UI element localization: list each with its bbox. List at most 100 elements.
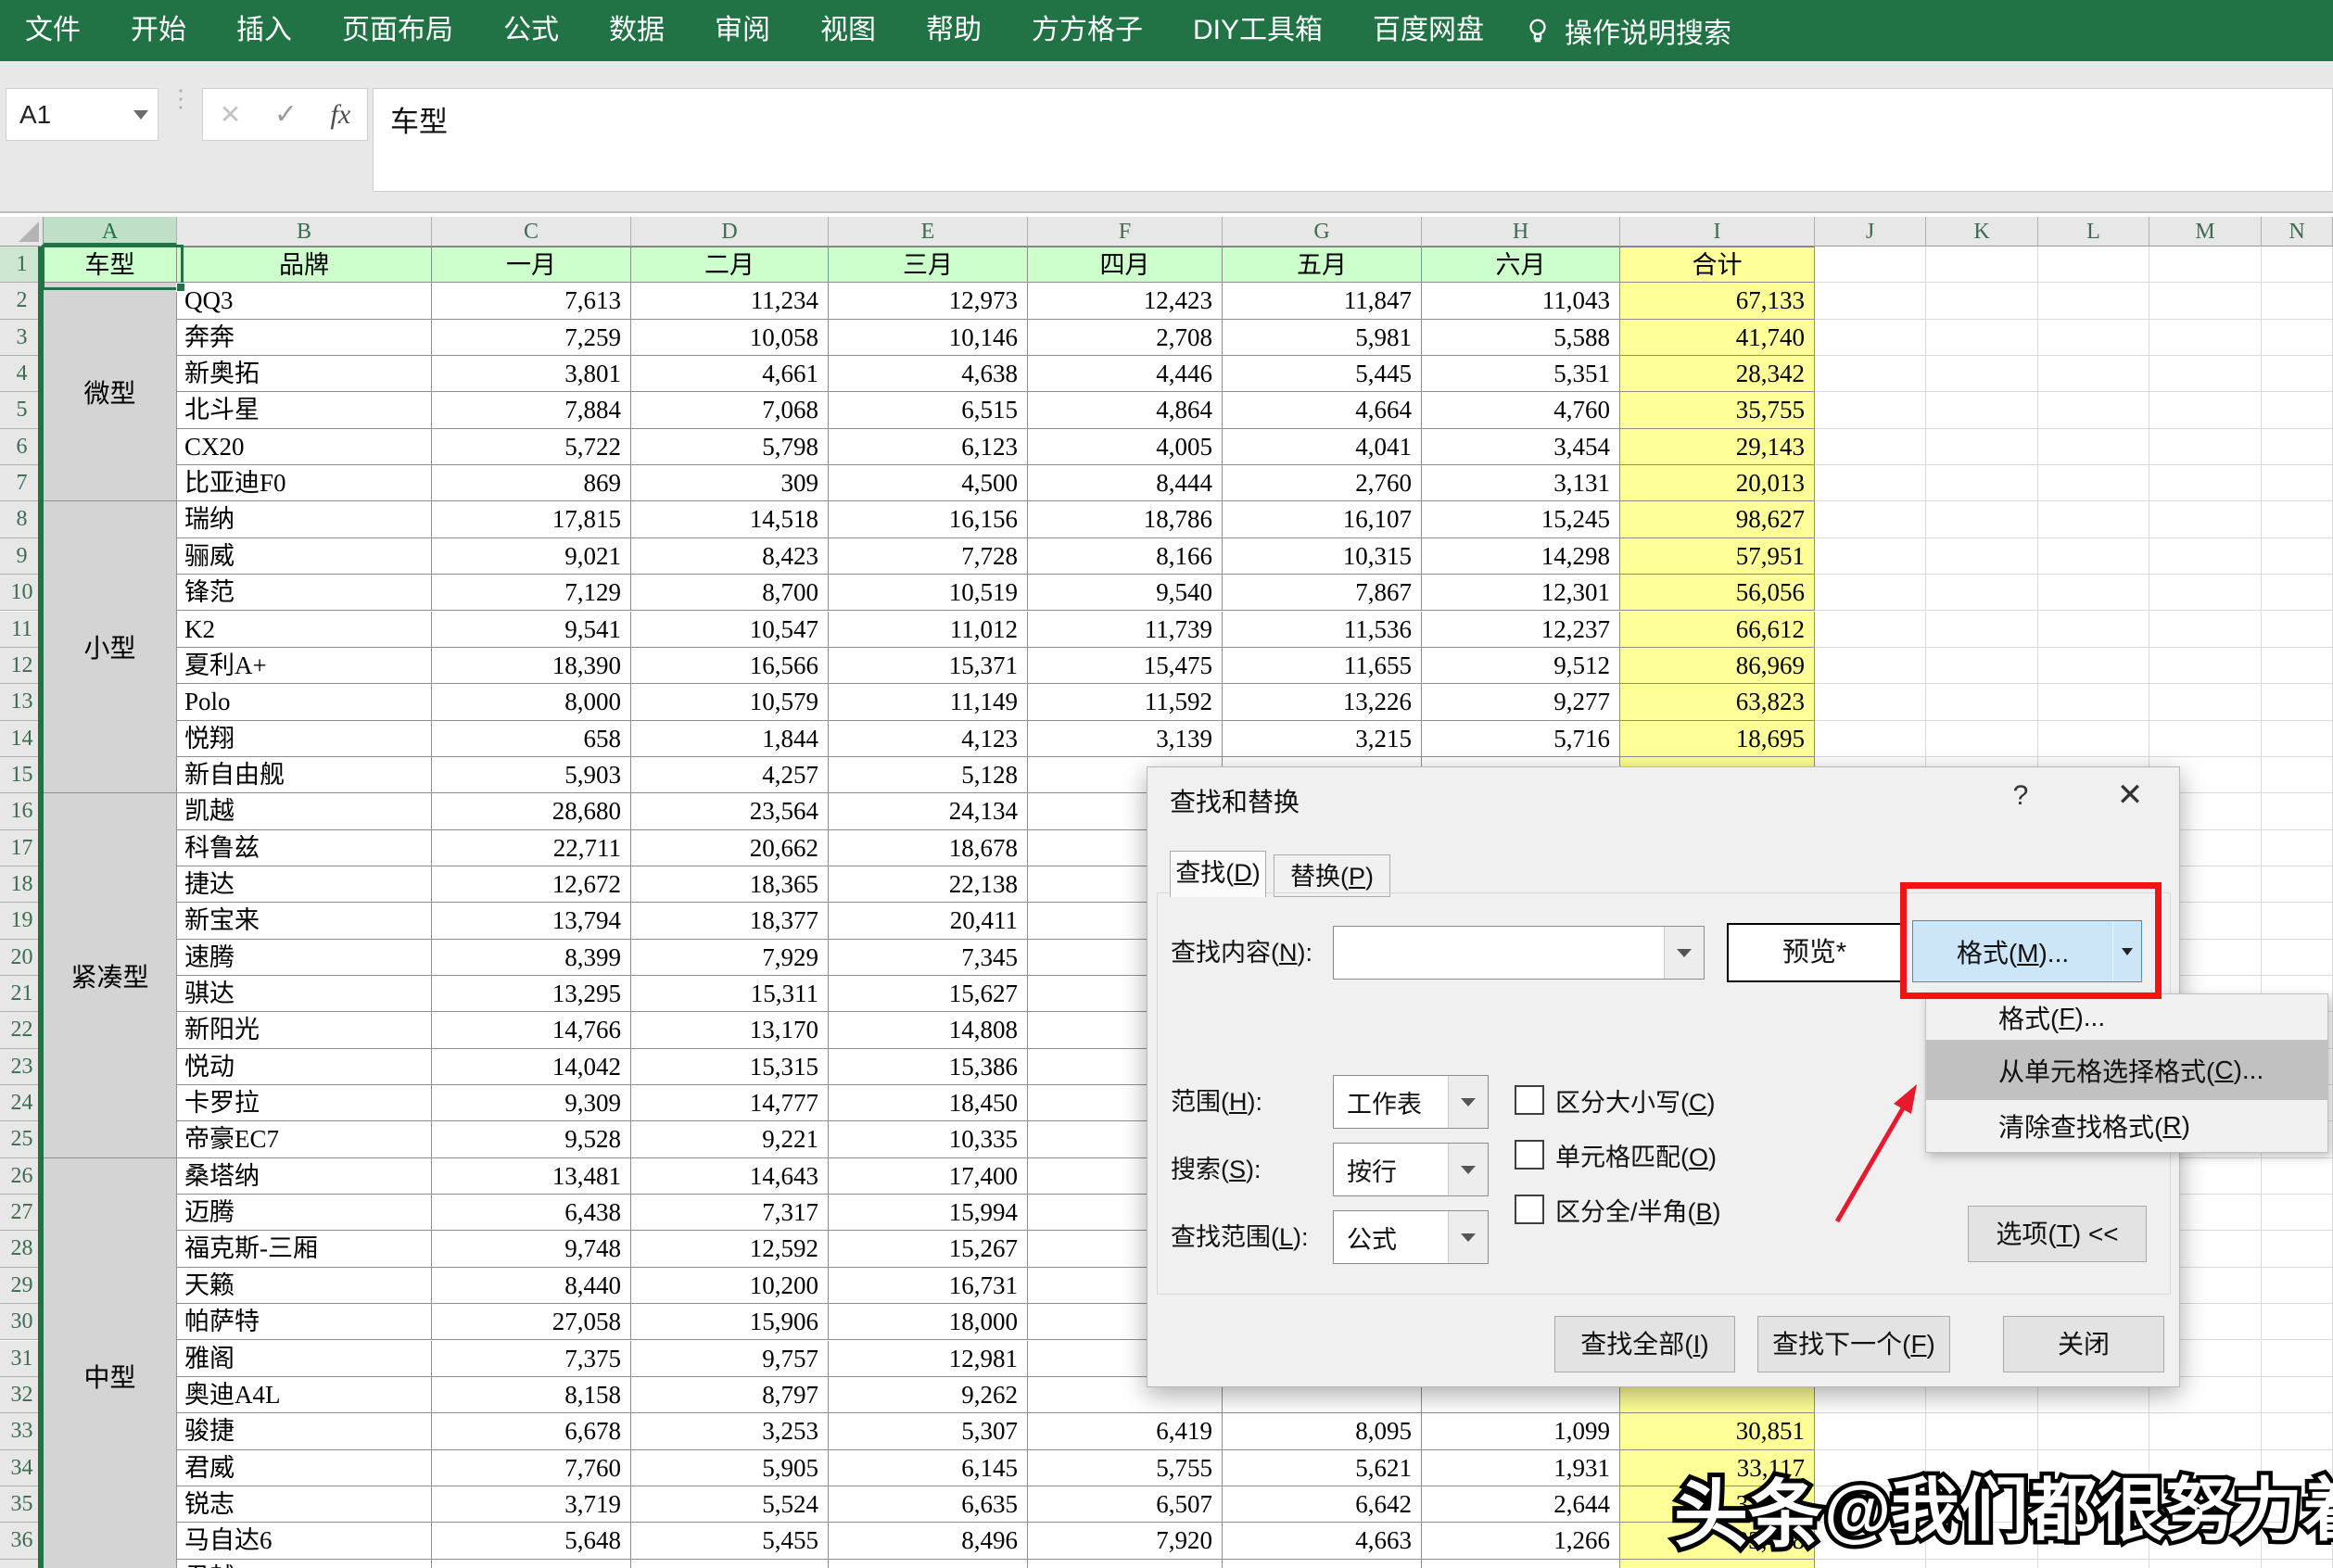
header-cell-H1[interactable]: 六月 — [1422, 247, 1620, 283]
header-cell-C1[interactable]: 一月 — [432, 247, 631, 283]
cell-I13[interactable]: 63,823 — [1620, 684, 1815, 720]
cell-F33[interactable]: 6,419 — [1028, 1413, 1223, 1449]
cell-B16[interactable]: 凯越 — [177, 793, 432, 829]
cell-D17[interactable]: 20,662 — [631, 830, 829, 866]
cell-M8[interactable] — [2149, 501, 2262, 537]
cell-G34[interactable]: 5,621 — [1223, 1450, 1422, 1486]
cell-I5[interactable]: 35,755 — [1620, 392, 1815, 428]
cell-D9[interactable]: 8,423 — [631, 538, 829, 575]
column-header-M[interactable]: M — [2149, 217, 2262, 247]
cell-K37[interactable] — [1926, 1560, 2038, 1568]
column-header-E[interactable]: E — [829, 217, 1028, 247]
cell-D14[interactable]: 1,844 — [631, 721, 829, 757]
cell-C32[interactable]: 8,158 — [432, 1377, 631, 1413]
row-header-34[interactable]: 34 — [0, 1450, 44, 1486]
ribbon-tab-3[interactable]: 插入 — [211, 0, 317, 61]
row-header-21[interactable]: 21 — [0, 976, 44, 1012]
cell-J7[interactable] — [1815, 465, 1926, 501]
cell-E37[interactable]: 7,510 — [829, 1560, 1028, 1568]
cell-B32[interactable]: 奥迪A4L — [177, 1377, 432, 1413]
cell-B14[interactable]: 悦翔 — [177, 721, 432, 757]
cell-N10[interactable] — [2262, 575, 2333, 611]
cell-B2[interactable]: QQ3 — [177, 283, 432, 319]
cell-C2[interactable]: 7,613 — [432, 283, 631, 319]
cell-F7[interactable]: 8,444 — [1028, 465, 1223, 501]
cell-D29[interactable]: 10,200 — [631, 1268, 829, 1304]
cell-K8[interactable] — [1926, 501, 2038, 537]
cell-H2[interactable]: 11,043 — [1422, 283, 1620, 319]
cell-I37[interactable]: 37,848 — [1620, 1560, 1815, 1568]
column-header-F[interactable]: F — [1028, 217, 1223, 247]
cell-C7[interactable]: 869 — [432, 465, 631, 501]
ribbon-tab-9[interactable]: 帮助 — [901, 0, 1007, 61]
cell-J33[interactable] — [1815, 1413, 1926, 1449]
cell-N36[interactable] — [2262, 1523, 2333, 1559]
row-header-2[interactable]: 2 — [0, 283, 44, 319]
cell-E23[interactable]: 15,386 — [829, 1049, 1028, 1085]
cell-C37[interactable]: 9,402 — [432, 1560, 631, 1568]
cell-N30[interactable] — [2262, 1304, 2333, 1340]
cell-D15[interactable]: 4,257 — [631, 757, 829, 793]
cell-B28[interactable]: 福克斯-三厢 — [177, 1231, 432, 1267]
match-cell-checkbox[interactable]: 单元格匹配(O) — [1515, 1141, 1717, 1169]
search-dropdown-icon[interactable] — [1448, 1144, 1488, 1195]
cell-L34[interactable] — [2038, 1450, 2149, 1486]
cell-G35[interactable]: 6,642 — [1223, 1486, 1422, 1523]
look-in-select[interactable]: 公式 — [1333, 1210, 1489, 1264]
cell-N15[interactable] — [2262, 757, 2333, 793]
cell-H4[interactable]: 5,351 — [1422, 356, 1620, 392]
cell-N20[interactable] — [2262, 940, 2333, 976]
cell-M34[interactable] — [2149, 1450, 2262, 1486]
cell-B7[interactable]: 比亚迪F0 — [177, 465, 432, 501]
cell-K35[interactable] — [1926, 1486, 2038, 1523]
cell-D7[interactable]: 309 — [631, 465, 829, 501]
cell-M13[interactable] — [2149, 684, 2262, 720]
cell-N35[interactable] — [2262, 1486, 2333, 1523]
cell-L2[interactable] — [2038, 283, 2149, 319]
row-header-7[interactable]: 7 — [0, 465, 44, 501]
cell-E25[interactable]: 10,335 — [829, 1121, 1028, 1157]
cell-I6[interactable]: 29,143 — [1620, 429, 1815, 465]
cell-D16[interactable]: 23,564 — [631, 793, 829, 829]
row-header-35[interactable]: 35 — [0, 1486, 44, 1523]
cell-F10[interactable]: 9,540 — [1028, 575, 1223, 611]
row-header-23[interactable]: 23 — [0, 1049, 44, 1085]
cell-C18[interactable]: 12,672 — [432, 866, 631, 903]
cell-B23[interactable]: 悦动 — [177, 1049, 432, 1085]
cell-C3[interactable]: 7,259 — [432, 320, 631, 356]
row-header-36[interactable]: 36 — [0, 1523, 44, 1559]
ribbon-tab-6[interactable]: 数据 — [584, 0, 690, 61]
cell-D5[interactable]: 7,068 — [631, 392, 829, 428]
cell-E26[interactable]: 17,400 — [829, 1158, 1028, 1195]
ribbon-tab-2[interactable]: 开始 — [106, 0, 211, 61]
cell-B27[interactable]: 迈腾 — [177, 1195, 432, 1231]
row-header-14[interactable]: 14 — [0, 721, 44, 757]
cell-M14[interactable] — [2149, 721, 2262, 757]
fullwidth-checkbox[interactable]: 区分全/半角(B) — [1515, 1195, 1721, 1223]
cell-H14[interactable]: 5,716 — [1422, 721, 1620, 757]
cell-I14[interactable]: 18,695 — [1620, 721, 1815, 757]
cell-E7[interactable]: 4,500 — [829, 465, 1028, 501]
cell-E24[interactable]: 18,450 — [829, 1085, 1028, 1121]
range-dropdown-icon[interactable] — [1448, 1076, 1488, 1128]
cell-G33[interactable]: 8,095 — [1223, 1413, 1422, 1449]
cell-C34[interactable]: 7,760 — [432, 1450, 631, 1486]
cell-L36[interactable] — [2038, 1523, 2149, 1559]
ribbon-tab-8[interactable]: 视图 — [795, 0, 901, 61]
cell-N11[interactable] — [2262, 612, 2333, 648]
cell-D24[interactable]: 14,777 — [631, 1085, 829, 1121]
cell-C6[interactable]: 5,722 — [432, 429, 631, 465]
cell-E6[interactable]: 6,123 — [829, 429, 1028, 465]
cell-C25[interactable]: 9,528 — [432, 1121, 631, 1157]
row-header-20[interactable]: 20 — [0, 940, 44, 976]
name-box-dropdown-icon[interactable] — [133, 110, 148, 120]
cell-H8[interactable]: 15,245 — [1422, 501, 1620, 537]
cell-B20[interactable]: 速腾 — [177, 940, 432, 976]
cell-N18[interactable] — [2262, 866, 2333, 903]
cell-M7[interactable] — [2149, 465, 2262, 501]
cell-N17[interactable] — [2262, 830, 2333, 866]
column-header-L[interactable]: L — [2038, 217, 2149, 247]
cell-D20[interactable]: 7,929 — [631, 940, 829, 976]
cell-B10[interactable]: 锋范 — [177, 575, 432, 611]
cell-K34[interactable] — [1926, 1450, 2038, 1486]
